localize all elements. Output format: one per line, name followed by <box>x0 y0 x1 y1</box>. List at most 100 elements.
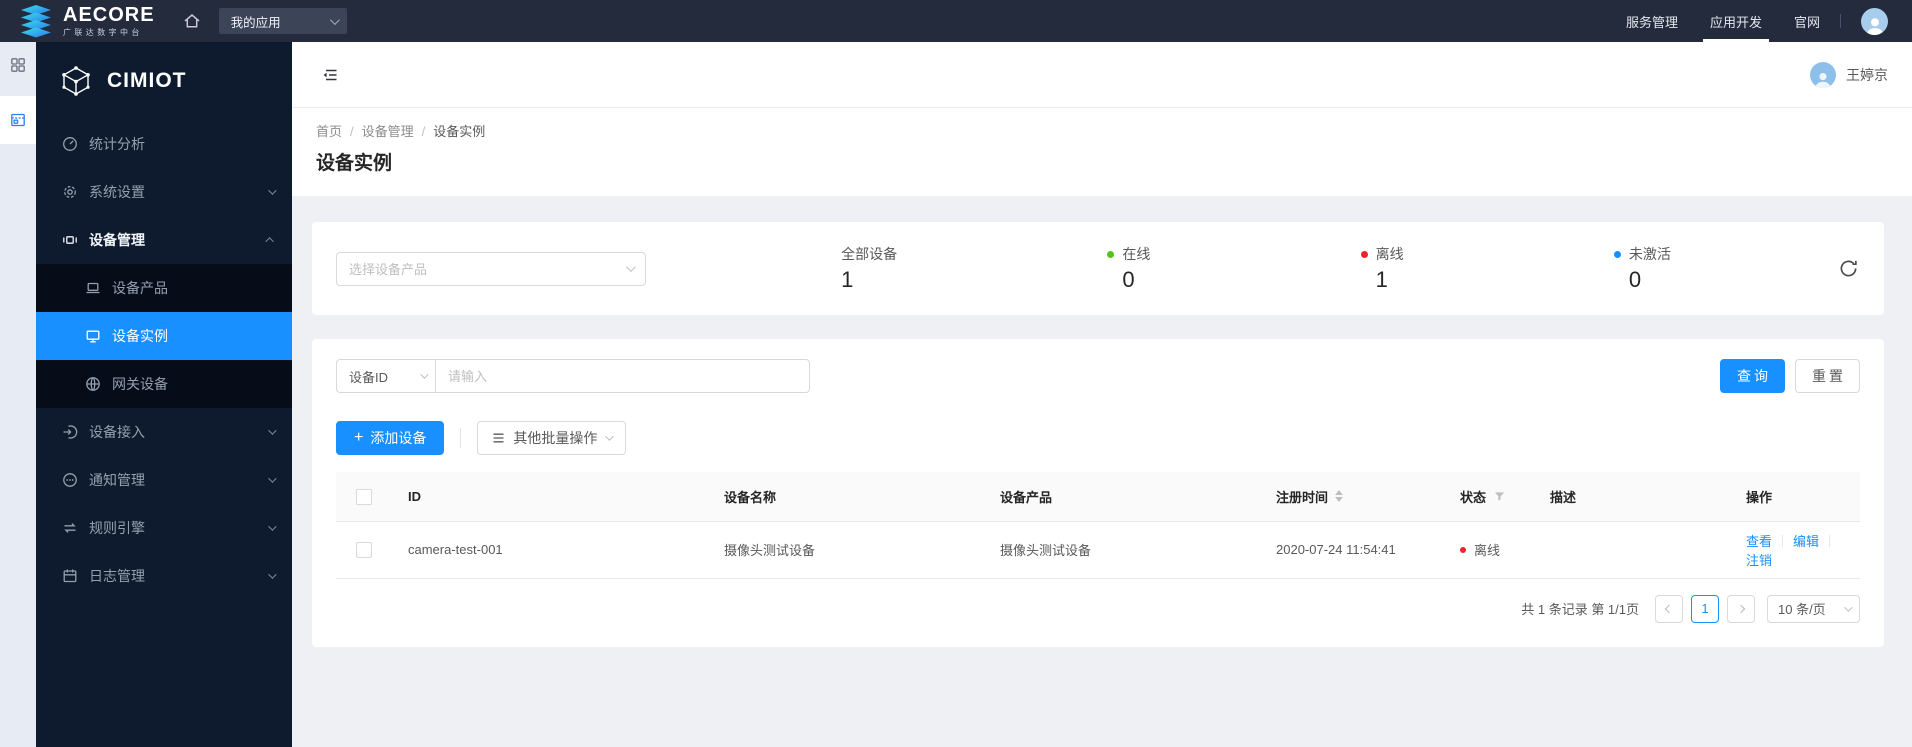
breadcrumb-current: 设备实例 <box>433 124 486 139</box>
device-management-submenu: 设备产品 设备实例 网关设备 <box>36 264 292 408</box>
topnav: 服务管理 应用开发 官网 <box>1626 0 1820 42</box>
stat-value: 0 <box>1122 267 1135 292</box>
chevron-down-icon <box>625 262 636 273</box>
chevron-right-icon <box>1736 604 1746 613</box>
stat-value: 1 <box>841 267 854 292</box>
sidebar: CIMIOT 统计分析 系统设置 设备管理 设备产品 设备实例 网关设备 设备接… <box>36 42 292 747</box>
nav-app-development[interactable]: 应用开发 <box>1702 0 1770 42</box>
monitor-icon <box>86 330 100 343</box>
sidebar-item-notification-management[interactable]: 通知管理 <box>36 456 292 504</box>
add-device-label: 添加设备 <box>370 430 427 446</box>
cimiot-logo-text: CIMIOT <box>107 69 187 92</box>
page-content: 选择设备产品 全部设备 1 在线 0 离线 1 未激活 0 设备ID 请输入 查… <box>292 196 1912 747</box>
page-head: 首页 / 设备管理 / 设备实例 设备实例 <box>292 108 1912 196</box>
chevron-down-icon <box>268 186 277 195</box>
cell-device-product: 摄像头测试设备 <box>984 521 1260 579</box>
breadcrumb-device-management[interactable]: 设备管理 <box>362 124 414 140</box>
chevron-left-icon <box>1664 604 1674 613</box>
person-icon <box>1815 72 1831 88</box>
search-input[interactable] <box>436 359 810 393</box>
sidebar-item-device-instances[interactable]: 设备实例 <box>36 312 292 360</box>
sidebar-item-label: 设备产品 <box>112 280 168 296</box>
action-row: + 添加设备 其他批量操作 <box>336 421 1860 455</box>
header-user[interactable]: 王婷京 <box>1810 61 1888 88</box>
row-checkbox[interactable] <box>356 541 372 558</box>
reset-button[interactable]: 重置 <box>1795 359 1860 393</box>
search-field-select[interactable]: 设备ID <box>336 359 436 393</box>
prev-page-button[interactable] <box>1655 594 1683 623</box>
stat-label: 离线 <box>1375 246 1404 262</box>
breadcrumb: 首页 / 设备管理 / 设备实例 <box>316 124 1888 140</box>
edit-link[interactable]: 编辑 <box>1793 534 1819 549</box>
cell-status: 离线 <box>1444 521 1534 579</box>
gauge-icon <box>63 137 77 151</box>
column-header-registered-time: 注册时间 <box>1260 472 1444 522</box>
sidebar-item-label: 规则引擎 <box>89 520 145 536</box>
bulk-actions-button[interactable]: 其他批量操作 <box>477 421 627 455</box>
view-link[interactable]: 查看 <box>1746 534 1772 549</box>
select-all-checkbox[interactable] <box>356 488 372 505</box>
menu-fold-icon[interactable] <box>318 63 342 87</box>
calendar-icon <box>63 569 77 583</box>
sidebar-item-label: 设备实例 <box>112 328 168 344</box>
breadcrumb-separator: / <box>421 124 426 139</box>
sidebar-item-statistics[interactable]: 统计分析 <box>36 120 292 168</box>
user-name: 王婷京 <box>1846 66 1888 83</box>
aecore-logo-icon <box>21 4 51 37</box>
breadcrumb-home[interactable]: 首页 <box>316 124 342 140</box>
refresh-icon[interactable] <box>1836 257 1860 281</box>
sidebar-item-device-management[interactable]: 设备管理 <box>36 216 292 264</box>
bulk-actions-label: 其他批量操作 <box>513 430 598 446</box>
brand-subtitle: 广联达数字中台 <box>63 27 143 37</box>
sidebar-item-log-management[interactable]: 日志管理 <box>36 552 292 600</box>
cimiot-cube-icon <box>62 66 90 96</box>
app-root: AECORE 广联达数字中台 我的应用 服务管理 应用开发 官网 CIMIOT … <box>0 0 1912 747</box>
home-icon[interactable] <box>175 0 209 42</box>
topbar-user-avatar[interactable] <box>1861 7 1888 35</box>
nav-label: 应用开发 <box>1709 14 1762 30</box>
apps-grid-icon[interactable] <box>0 42 36 88</box>
page-title: 设备实例 <box>316 153 393 174</box>
stat-online: 在线 0 <box>1107 244 1150 293</box>
main-header: 王婷京 <box>292 42 1912 108</box>
column-header-actions: 操作 <box>1730 472 1860 522</box>
deregister-link[interactable]: 注销 <box>1746 553 1772 568</box>
brand: AECORE 广联达数字中台 <box>18 4 155 38</box>
chevron-down-icon <box>420 370 429 379</box>
page-size-select[interactable]: 10 条/页 <box>1767 594 1860 623</box>
app-select[interactable]: 我的应用 <box>218 8 347 34</box>
next-page-button[interactable] <box>1727 594 1755 623</box>
sidebar-item-device-products[interactable]: 设备产品 <box>36 264 292 312</box>
sidebar-item-rule-engine[interactable]: 规则引擎 <box>36 504 292 552</box>
globe-icon <box>86 377 100 391</box>
filter-icon[interactable] <box>1494 491 1505 502</box>
stat-label: 未激活 <box>1628 246 1671 262</box>
page-size-value: 10 条/页 <box>1778 602 1826 617</box>
sidebar-item-label: 设备管理 <box>89 232 145 248</box>
pagination: 共 1 条记录 第 1/1页 1 10 条/页 <box>336 594 1860 623</box>
workspace-layout-icon[interactable] <box>0 96 36 144</box>
chevron-down-icon <box>329 14 340 25</box>
action-divider <box>1829 534 1831 547</box>
action-divider <box>1782 534 1784 547</box>
sidebar-item-gateway-devices[interactable]: 网关设备 <box>36 360 292 408</box>
user-avatar <box>1810 61 1836 88</box>
product-select[interactable]: 选择设备产品 <box>336 251 646 286</box>
topbar: AECORE 广联达数字中台 我的应用 服务管理 应用开发 官网 <box>0 0 1912 42</box>
pagination-total: 共 1 条记录 第 1/1页 <box>1521 602 1639 617</box>
query-buttons: 查询 重置 <box>1720 359 1860 393</box>
sidebar-menu: 统计分析 系统设置 设备管理 设备产品 设备实例 网关设备 设备接入 通知管理 … <box>36 120 292 600</box>
device-rack-icon <box>63 236 77 244</box>
cell-actions: 查看 编辑注销 <box>1730 521 1860 579</box>
current-page-button[interactable]: 1 <box>1691 594 1719 623</box>
sort-icon[interactable] <box>1335 490 1344 503</box>
add-device-button[interactable]: + 添加设备 <box>336 421 445 455</box>
sidebar-item-device-access[interactable]: 设备接入 <box>36 408 292 456</box>
main-area: 王婷京 首页 / 设备管理 / 设备实例 设备实例 选择设备产品 全部设备 1 … <box>292 42 1912 747</box>
nav-service-management[interactable]: 服务管理 <box>1626 0 1678 42</box>
sidebar-item-system-settings[interactable]: 系统设置 <box>36 168 292 216</box>
nav-official-site[interactable]: 官网 <box>1794 0 1820 42</box>
search-button[interactable]: 查询 <box>1720 359 1785 393</box>
stat-offline: 离线 1 <box>1360 244 1404 293</box>
cell-description <box>1534 521 1730 579</box>
